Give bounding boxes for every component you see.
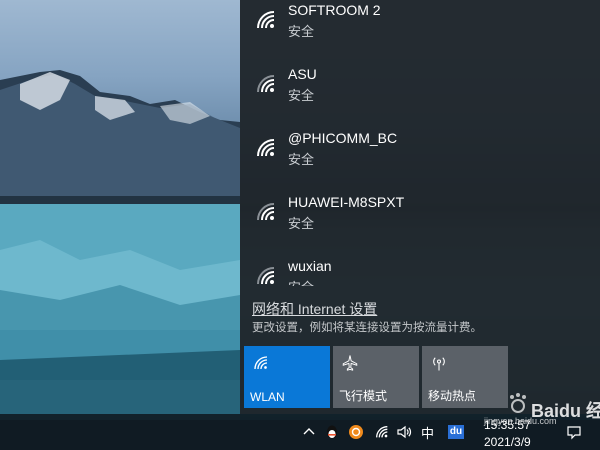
wlan-toggle-tile[interactable]: WLAN [244, 346, 330, 408]
airplane-icon [342, 355, 358, 371]
wifi-signal-icon [257, 75, 275, 93]
watermark-url: jingyan.baidu.com [484, 416, 557, 426]
network-name: ASU [288, 66, 317, 82]
hotspot-icon [433, 357, 445, 371]
qq-icon[interactable] [324, 424, 340, 440]
clock-date[interactable]: 2021/3/9 [484, 435, 531, 449]
network-tray-icon[interactable] [374, 424, 390, 440]
network-status: 安全 [288, 88, 315, 103]
wifi-signal-icon [257, 11, 275, 29]
baidu-input-icon[interactable]: du [448, 425, 464, 439]
network-name: SOFTROOM 2 [288, 2, 381, 18]
wifi-signal-icon [257, 203, 275, 221]
show-hidden-icons-icon[interactable] [301, 424, 317, 440]
airplane-tile-label: 飞行模式 [339, 389, 388, 403]
input-method-indicator[interactable]: 中 [421, 423, 434, 442]
network-name: wuxian [288, 258, 332, 274]
network-item-softroom[interactable]: SOFTROOM 2 安全 [240, 0, 600, 64]
network-status: 安全 [288, 152, 315, 167]
network-status: 安全 [288, 277, 314, 286]
network-item-huawei[interactable]: HUAWEI-M8SPXT 安全 [240, 192, 600, 256]
wifi-signal-icon [257, 267, 275, 285]
network-status: 安全 [288, 216, 315, 231]
app-tray-icon[interactable] [348, 424, 364, 440]
network-name: HUAWEI-M8SPXT [288, 194, 405, 210]
network-settings-link[interactable]: 网络和 Internet 设置 [252, 299, 377, 319]
wifi-icon [254, 356, 268, 370]
network-list: SOFTROOM 2 安全 ASU 安全 @PHICOMM_BC 安全 HUAW… [240, 0, 600, 286]
volume-icon[interactable] [396, 424, 412, 440]
network-item-phicomm[interactable]: @PHICOMM_BC 安全 [240, 128, 600, 192]
network-item-wuxian[interactable]: wuxian 安全 [240, 256, 600, 286]
network-flyout: SOFTROOM 2 安全 ASU 安全 @PHICOMM_BC 安全 HUAW… [240, 0, 600, 414]
wifi-signal-icon [257, 139, 275, 157]
network-item-asu[interactable]: ASU 安全 [240, 64, 600, 128]
network-name: @PHICOMM_BC [288, 130, 398, 146]
network-status: 安全 [288, 24, 315, 39]
network-settings-description: 更改设置，例如将某连接设置为按流量计费。 [252, 322, 482, 334]
airplane-mode-tile[interactable]: 飞行模式 [333, 346, 419, 408]
wlan-tile-label: WLAN [250, 390, 285, 404]
